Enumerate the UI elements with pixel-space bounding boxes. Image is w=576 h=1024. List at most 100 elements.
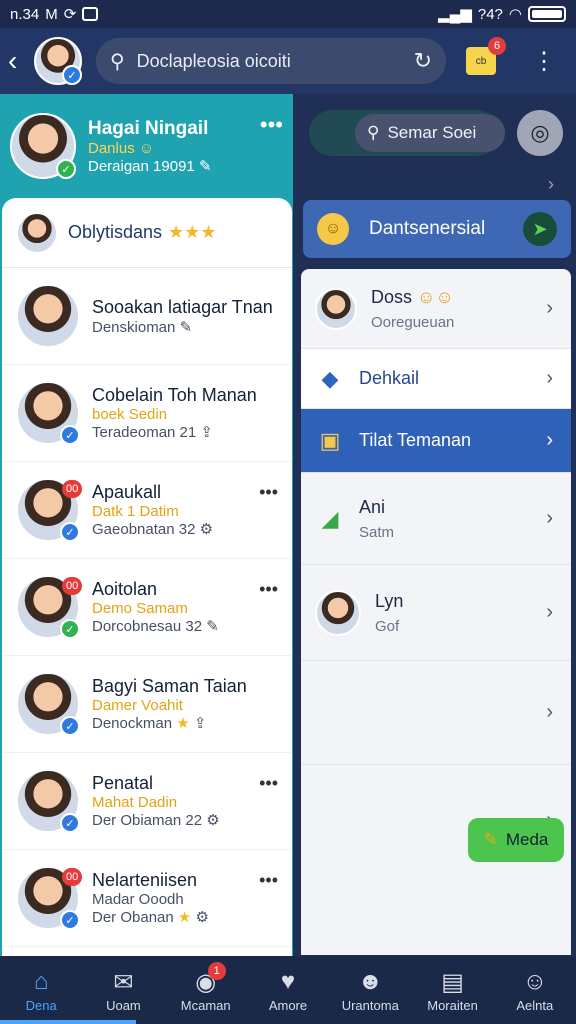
battery-icon — [528, 6, 566, 22]
contact-name: Cobelain Toh Manan — [92, 385, 257, 405]
nav-item-uoam[interactable]: ✉ Uoam — [83, 968, 163, 1013]
menu-item-tilat-temanan[interactable]: ▣ Tilat Temanan › — [301, 409, 571, 473]
status-bar: n.34 M ⟳ ▂▄▆ ?4? ◠ — [0, 0, 576, 28]
contact-name: Nelarteniisen — [92, 870, 198, 890]
verified-icon: ✓ — [60, 910, 80, 930]
contact-row[interactable]: ✓ 00 Nelarteniisen Madar Ooodh Der Obana… — [2, 850, 292, 947]
chevron-right-icon: › — [546, 297, 553, 319]
banner[interactable]: ☺ Dantsenersial ➤ — [303, 200, 571, 258]
nav-item-mcaman[interactable]: ◉ 1 Mcaman — [166, 961, 246, 1013]
menu-item-sub: Gof — [375, 617, 400, 635]
contact-row[interactable]: ✓ 00 Aoitolan Demo Samam Dorcobnesau 32 … — [2, 559, 292, 656]
profile-avatar[interactable]: ✓ — [10, 113, 76, 179]
contact-row[interactable]: ✓ Bagyi Saman Taian Damer Voahit Denockm… — [2, 656, 292, 753]
nav-item-amore[interactable]: ♥ Amore — [248, 968, 328, 1013]
nav-item-urantoma[interactable]: ☻ Urantoma — [330, 968, 410, 1013]
contact-row[interactable]: Sooakan latiagar Tnan Denskioman ✎ — [2, 268, 292, 365]
contact-name: Apaukall — [92, 482, 162, 502]
user-icon: ☻ — [357, 967, 383, 995]
meda-button-label: Meda — [505, 830, 549, 849]
status-right-text: ?4? — [477, 5, 503, 23]
contact-more-icon[interactable]: ••• — [259, 579, 278, 600]
contact-name: Sooakan latiagar Tnan — [92, 296, 273, 317]
contact-line2: Denskioman — [92, 318, 176, 336]
right-search-input[interactable]: ⚲ Semar Soei — [355, 114, 505, 152]
nav-label: Moraiten — [427, 997, 478, 1013]
chevron-right-icon[interactable]: › — [548, 174, 554, 195]
menu-item-dehkail[interactable]: ◆ Dehkail › — [301, 349, 571, 409]
nav-badge: 1 — [207, 961, 226, 980]
contact-avatar: ✓ — [16, 769, 80, 833]
user-avatar[interactable]: ✓ — [34, 37, 82, 85]
verified-icon: ✓ — [60, 619, 80, 639]
emoji-icon: ☺☺ — [417, 286, 454, 307]
nav-label: Urantoma — [341, 997, 399, 1013]
verified-icon: ✓ — [60, 522, 80, 542]
refresh-icon[interactable]: ↻ — [414, 48, 432, 74]
search-bar[interactable]: ⚲ Doclapleosia oicoiti ↻ — [96, 38, 446, 84]
contact-more-icon[interactable]: ••• — [259, 773, 278, 794]
right-pane: ⚲ Semar Soei ◎ › ☺ Dantsenersial ➤ Doss … — [293, 94, 576, 956]
contact-line2: Dorcobnesau 32 — [92, 618, 203, 635]
contact-row[interactable]: ✓ Penatal Mahat Dadin Der Obiaman 22 ⚙ •… — [2, 753, 292, 850]
stars-rating: ★★★ — [168, 222, 217, 242]
bottom-nav: ⌂ Dena ✉ Uoam ◉ 1 Mcaman ♥ Amore ☻ Urant… — [0, 956, 576, 1024]
share-icon: ⇪ — [193, 715, 207, 732]
menu-item-doss[interactable]: Doss ☺☺ Ooregueuan › — [301, 269, 571, 349]
chevron-right-icon: › — [546, 429, 553, 451]
menu-item-ani[interactable]: ◢ Ani Satm › — [301, 473, 571, 565]
chevron-right-icon: › — [546, 701, 553, 723]
pencil-icon: ✎ — [179, 318, 193, 336]
contact-line2: Der Obiaman 22 — [92, 812, 203, 829]
menu-item-name: Doss — [371, 286, 413, 307]
nav-item-dena[interactable]: ⌂ Dena — [1, 968, 81, 1013]
back-arrow-icon[interactable]: ‹ — [8, 45, 28, 77]
smile-emoji-icon: ☺ — [138, 139, 155, 157]
nav-label: Aelnta — [516, 997, 554, 1013]
diamond-icon: ◆ — [321, 365, 339, 391]
chevron-right-icon: › — [546, 367, 553, 389]
nav-label: Uoam — [106, 997, 141, 1013]
contact-avatar: ✓ — [16, 672, 80, 736]
calendar-badge: 6 — [488, 37, 506, 55]
menu-item-name: Dehkail — [359, 368, 420, 388]
menu-item-name: Tilat Temanan — [359, 430, 472, 450]
contact-row[interactable]: ✓ 00 Apaukall Datk 1 Datim Gaeobnatan 32… — [2, 462, 292, 559]
menu-item-lyn[interactable]: Lyn Gof › — [301, 565, 571, 661]
contact-avatar — [16, 284, 80, 348]
profile-name: Hagai Ningail — [88, 117, 209, 139]
nav-label: Amore — [268, 997, 308, 1013]
target-icon[interactable]: ◎ — [517, 110, 563, 156]
more-options-icon[interactable]: ⋮ — [532, 47, 556, 76]
share-icon: ⇪ — [200, 424, 213, 441]
contact-badge: 00 — [62, 480, 83, 498]
profile-meta: Deraigan 19091 — [88, 157, 195, 175]
contact-more-icon[interactable]: ••• — [259, 870, 278, 891]
profile-icon: ☺ — [522, 967, 548, 995]
gear-icon: ⚙ — [199, 521, 214, 538]
verified-icon: ✓ — [60, 813, 80, 833]
verified-icon: ✓ — [62, 65, 82, 85]
nav-item-aelnta[interactable]: ☺ Aelnta — [495, 968, 575, 1013]
contact-line1: Demo Samam — [92, 600, 188, 617]
top-bar: ‹ ✓ ⚲ Doclapleosia oicoiti ↻ cb 6 ⋮ — [0, 28, 576, 94]
calendar-icon[interactable]: cb 6 — [466, 37, 506, 75]
contact-badge: 00 — [62, 577, 83, 595]
menu-item-empty[interactable]: › — [301, 661, 571, 765]
tag-icon: ✎ — [483, 830, 498, 849]
mail-icon: ✉ — [113, 968, 134, 996]
nav-label: Mcaman — [180, 997, 231, 1013]
contact-line2: Teradeoman 21 — [92, 424, 197, 441]
contact-name: Penatal — [92, 773, 154, 793]
meda-button[interactable]: ✎ Meda — [468, 818, 564, 862]
contact-line1: Madar Ooodh — [92, 891, 184, 908]
contact-row[interactable]: ✓ Cobelain Toh Manan boek Sedin Teradeom… — [2, 365, 292, 462]
contact-more-icon[interactable]: ••• — [259, 482, 278, 503]
gear-icon: ⚙ — [195, 909, 209, 926]
left-pane: ✓ Hagai Ningail Danlus ☺ Deraigan 19091 … — [0, 94, 293, 956]
chevron-right-icon: › — [546, 507, 553, 529]
home-icon: ⌂ — [33, 967, 49, 995]
profile-more-icon[interactable]: ••• — [260, 112, 283, 138]
verified-icon: ✓ — [60, 425, 80, 445]
nav-item-moraiten[interactable]: ▤ Moraiten — [413, 968, 493, 1013]
